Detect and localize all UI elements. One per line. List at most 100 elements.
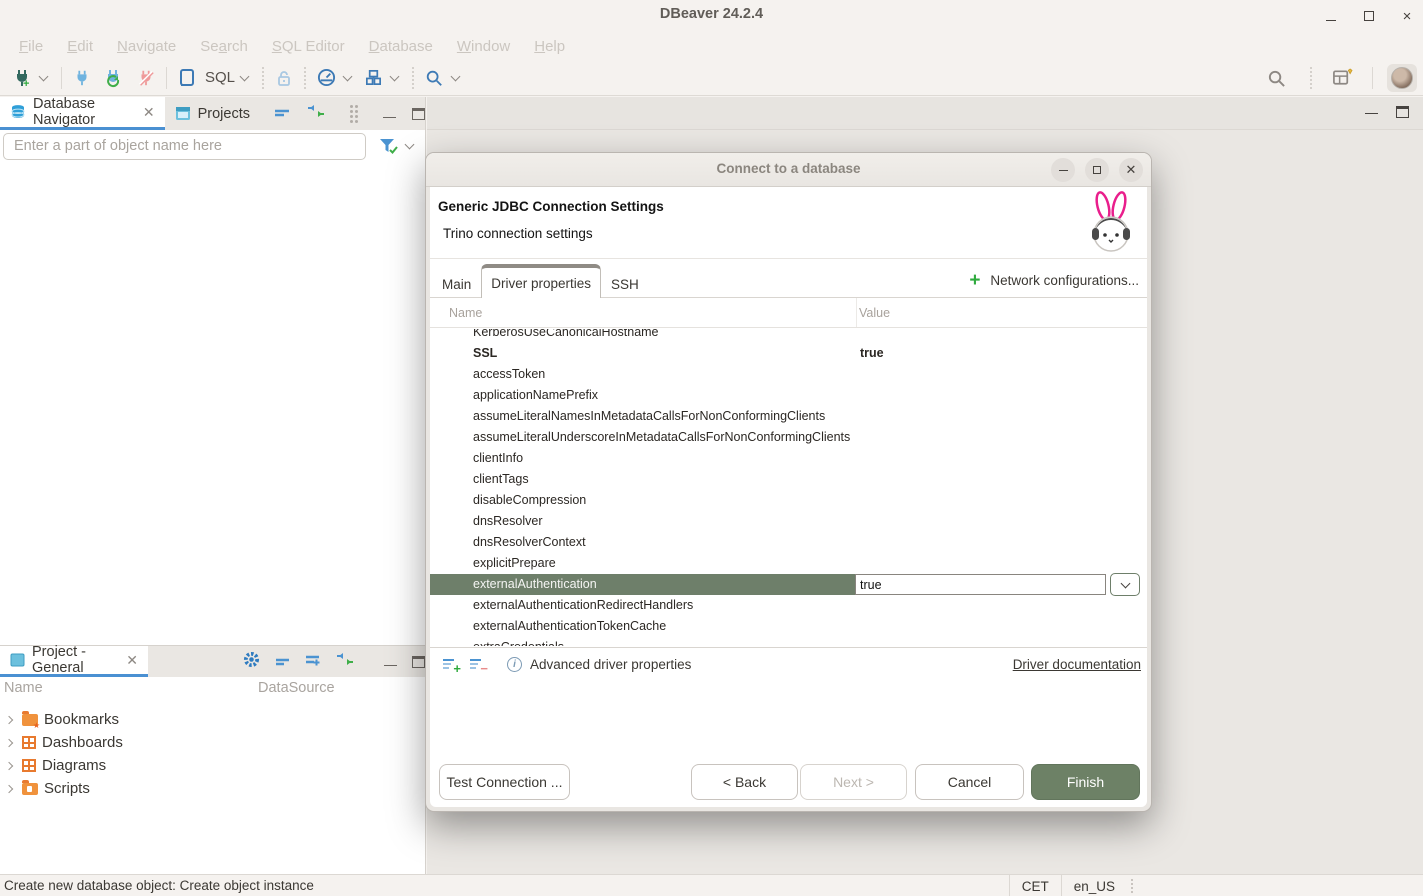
network-configurations-button[interactable]: + Network configurations... — [969, 271, 1139, 290]
menu-item-sql-editor[interactable]: SQL Editor — [260, 38, 357, 55]
search-dropdown[interactable] — [451, 71, 461, 81]
dialog-minimize-button[interactable] — [1051, 158, 1075, 182]
panel-maximize-icon[interactable] — [412, 108, 425, 120]
tab-project-general[interactable]: Project - General ✕ — [0, 646, 148, 677]
property-row[interactable]: assumeLiteralUnderscoreInMetadataCallsFo… — [430, 427, 1147, 448]
menu-item-edit[interactable]: Edit — [55, 38, 105, 55]
close-icon[interactable]: ✕ — [126, 652, 138, 669]
chevron-right-icon[interactable] — [5, 784, 13, 792]
property-row[interactable]: assumeLiteralNamesInMetadataCallsForNonC… — [430, 406, 1147, 427]
editor-maximize-icon[interactable] — [1396, 106, 1409, 118]
menu-item-navigate[interactable]: Navigate — [105, 38, 188, 55]
connect-icon[interactable] — [70, 65, 94, 91]
menu-item-database[interactable]: Database — [357, 38, 445, 55]
data-transfer-dropdown[interactable] — [390, 71, 400, 81]
dashboard-gauge-icon[interactable] — [314, 65, 338, 91]
value-dropdown-button[interactable] — [1110, 573, 1140, 596]
new-connection-dropdown[interactable] — [39, 71, 49, 81]
locale-indicator[interactable]: en_US — [1061, 875, 1127, 896]
property-row[interactable]: dnsResolverContext — [430, 532, 1147, 553]
panel-maximize-icon[interactable] — [412, 656, 425, 668]
perspective-icon[interactable] — [1330, 65, 1354, 91]
close-icon[interactable]: ✕ — [143, 104, 155, 121]
dialog-tab-main[interactable]: Main — [432, 269, 481, 298]
chevron-right-icon[interactable] — [5, 715, 13, 723]
property-row[interactable]: externalAuthentication — [430, 574, 1147, 595]
object-filter-input[interactable] — [3, 133, 366, 160]
panel-drag-handle[interactable] — [350, 105, 353, 108]
dialog-tab-driver-properties[interactable]: Driver properties — [481, 264, 601, 298]
link-with-editor-icon[interactable] — [306, 104, 326, 123]
property-row[interactable]: dnsResolver — [430, 511, 1147, 532]
property-row[interactable]: extraCredentials — [430, 637, 1147, 646]
property-value — [856, 364, 1147, 385]
new-connection-icon[interactable]: + — [10, 65, 34, 91]
menu-item-window[interactable]: Window — [445, 38, 522, 55]
tree-item-scripts[interactable]: Scripts — [0, 777, 425, 800]
driver-documentation-link[interactable]: Driver documentation — [1013, 657, 1141, 672]
tree-item-bookmarks[interactable]: Bookmarks — [0, 708, 425, 731]
data-transfer-icon[interactable] — [361, 65, 385, 91]
window-minimize-button[interactable] — [1323, 8, 1339, 24]
disconnect-icon[interactable] — [134, 65, 158, 91]
gear-icon[interactable] — [243, 651, 260, 673]
link-with-editor-icon[interactable] — [335, 652, 355, 671]
back-button[interactable]: < Back — [691, 764, 798, 800]
finish-button[interactable]: Finish — [1031, 764, 1140, 800]
remove-property-icon[interactable] — [470, 658, 485, 670]
column-datasource[interactable]: DataSource — [258, 680, 335, 696]
cancel-button[interactable]: Cancel — [915, 764, 1024, 800]
sql-editor-icon[interactable] — [175, 65, 199, 91]
property-name: dnsResolverContext — [430, 532, 856, 553]
panel-minimize-icon[interactable] — [384, 658, 397, 666]
chevron-right-icon[interactable] — [5, 761, 13, 769]
property-row[interactable]: clientTags — [430, 469, 1147, 490]
test-connection-button[interactable]: Test Connection ... — [439, 764, 570, 800]
account-avatar-button[interactable] — [1387, 64, 1417, 92]
property-value-input[interactable] — [855, 574, 1106, 595]
collapse-icon[interactable] — [275, 653, 290, 671]
timezone-indicator[interactable]: CET — [1009, 875, 1061, 896]
menu-item-search[interactable]: Search — [188, 38, 260, 55]
tree-item-dashboards[interactable]: Dashboards — [0, 731, 425, 754]
filter-dropdown[interactable] — [405, 140, 415, 150]
dialog-titlebar[interactable]: Connect to a database ✕ — [426, 153, 1151, 187]
search-toolbar-icon[interactable] — [422, 65, 446, 91]
property-row[interactable]: externalAuthenticationRedirectHandlers — [430, 595, 1147, 616]
tree-item-diagrams[interactable]: Diagrams — [0, 754, 425, 777]
menu-item-file[interactable]: File — [7, 38, 55, 55]
property-row[interactable]: SSLtrue — [430, 343, 1147, 364]
property-row[interactable]: explicitPrepare — [430, 553, 1147, 574]
sql-editor-dropdown[interactable] — [240, 71, 250, 81]
column-name[interactable]: Name — [449, 306, 482, 320]
commit-mode-lock-icon[interactable] — [272, 65, 296, 91]
filter-funnel-icon[interactable] — [378, 137, 398, 155]
chevron-right-icon[interactable] — [5, 738, 13, 746]
panel-minimize-icon[interactable] — [383, 110, 396, 118]
dashboard-dropdown[interactable] — [343, 71, 353, 81]
property-row[interactable]: accessToken — [430, 364, 1147, 385]
property-row[interactable]: disableCompression — [430, 490, 1147, 511]
quick-search-icon[interactable] — [1264, 65, 1288, 91]
property-row[interactable]: externalAuthenticationTokenCache — [430, 616, 1147, 637]
menu-item-help[interactable]: Help — [522, 38, 577, 55]
dialog-tab-ssh[interactable]: SSH — [601, 269, 649, 298]
column-value[interactable]: Value — [859, 306, 890, 320]
window-maximize-button[interactable] — [1361, 8, 1377, 24]
reconnect-icon[interactable] — [102, 65, 126, 91]
column-name[interactable]: Name — [4, 680, 43, 696]
collapse-all-icon[interactable] — [274, 105, 290, 123]
property-row[interactable]: applicationNamePrefix — [430, 385, 1147, 406]
tab-database-navigator[interactable]: Database Navigator ✕ — [0, 97, 165, 130]
property-row[interactable]: clientInfo — [430, 448, 1147, 469]
property-row[interactable]: KerberosUseCanonicalHostname — [430, 329, 1147, 343]
tab-projects[interactable]: Projects — [165, 97, 260, 130]
expand-icon[interactable] — [305, 653, 320, 671]
dialog-maximize-button[interactable] — [1085, 158, 1109, 182]
editor-minimize-icon[interactable] — [1365, 106, 1378, 118]
next-button[interactable]: Next > — [800, 764, 907, 800]
sql-editor-label[interactable]: SQL — [205, 69, 235, 86]
add-property-icon[interactable] — [443, 658, 458, 670]
dialog-close-button[interactable]: ✕ — [1119, 158, 1143, 182]
window-close-button[interactable]: × — [1399, 8, 1415, 24]
